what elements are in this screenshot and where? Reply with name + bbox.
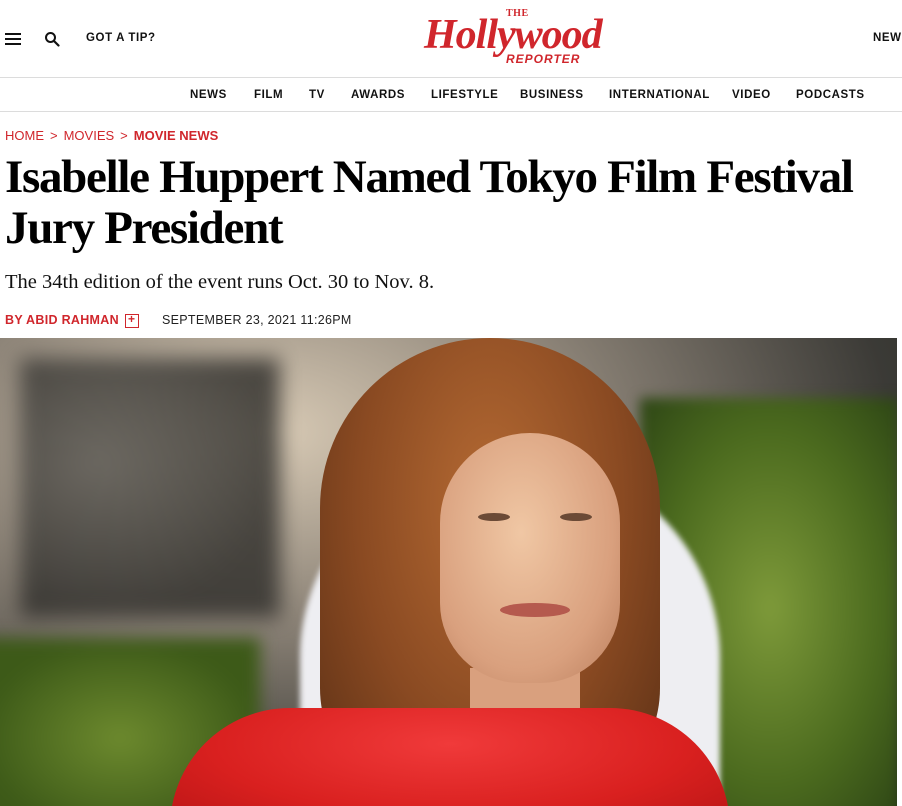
nav-video[interactable]: VIDEO <box>732 89 771 101</box>
nav-business[interactable]: BUSINESS <box>520 89 584 101</box>
got-a-tip-link[interactable]: GOT A TIP? <box>86 32 156 44</box>
newsletter-link[interactable]: NEW <box>873 32 902 44</box>
breadcrumb: HOME > MOVIES > MOVIE NEWS <box>5 128 218 143</box>
nav-tv[interactable]: TV <box>309 89 325 101</box>
hamburger-menu-icon[interactable] <box>5 33 21 45</box>
breadcrumb-home[interactable]: HOME <box>5 128 44 143</box>
site-logo[interactable]: THE Hollywood REPORTER <box>418 8 634 68</box>
nav-podcasts[interactable]: PODCASTS <box>796 89 865 101</box>
logo-reporter: REPORTER <box>506 52 581 66</box>
nav-lifestyle[interactable]: LIFESTYLE <box>431 89 498 101</box>
publish-date: SEPTEMBER 23, 2021 11:26PM <box>162 313 352 327</box>
breadcrumb-separator: > <box>50 128 58 143</box>
article-headline: Isabelle Huppert Named Tokyo Film Festiv… <box>5 151 854 254</box>
breadcrumb-movie-news[interactable]: MOVIE NEWS <box>134 128 219 143</box>
nav-international[interactable]: INTERNATIONAL <box>609 89 710 101</box>
breadcrumb-separator: > <box>120 128 128 143</box>
article-dek: The 34th edition of the event runs Oct. … <box>5 271 435 293</box>
nav-film[interactable]: FILM <box>254 89 283 101</box>
top-header: GOT A TIP? THE Hollywood REPORTER NEW <box>0 0 902 78</box>
follow-author-icon[interactable] <box>125 312 139 328</box>
search-icon[interactable] <box>44 31 60 47</box>
nav-awards[interactable]: AWARDS <box>351 89 405 101</box>
author-byline[interactable]: BY ABID RAHMAN <box>5 313 119 327</box>
breadcrumb-movies[interactable]: MOVIES <box>64 128 115 143</box>
main-nav: NEWS FILM TV AWARDS LIFESTYLE BUSINESS I… <box>0 79 902 112</box>
nav-news[interactable]: NEWS <box>190 89 227 101</box>
hero-image <box>0 338 897 806</box>
